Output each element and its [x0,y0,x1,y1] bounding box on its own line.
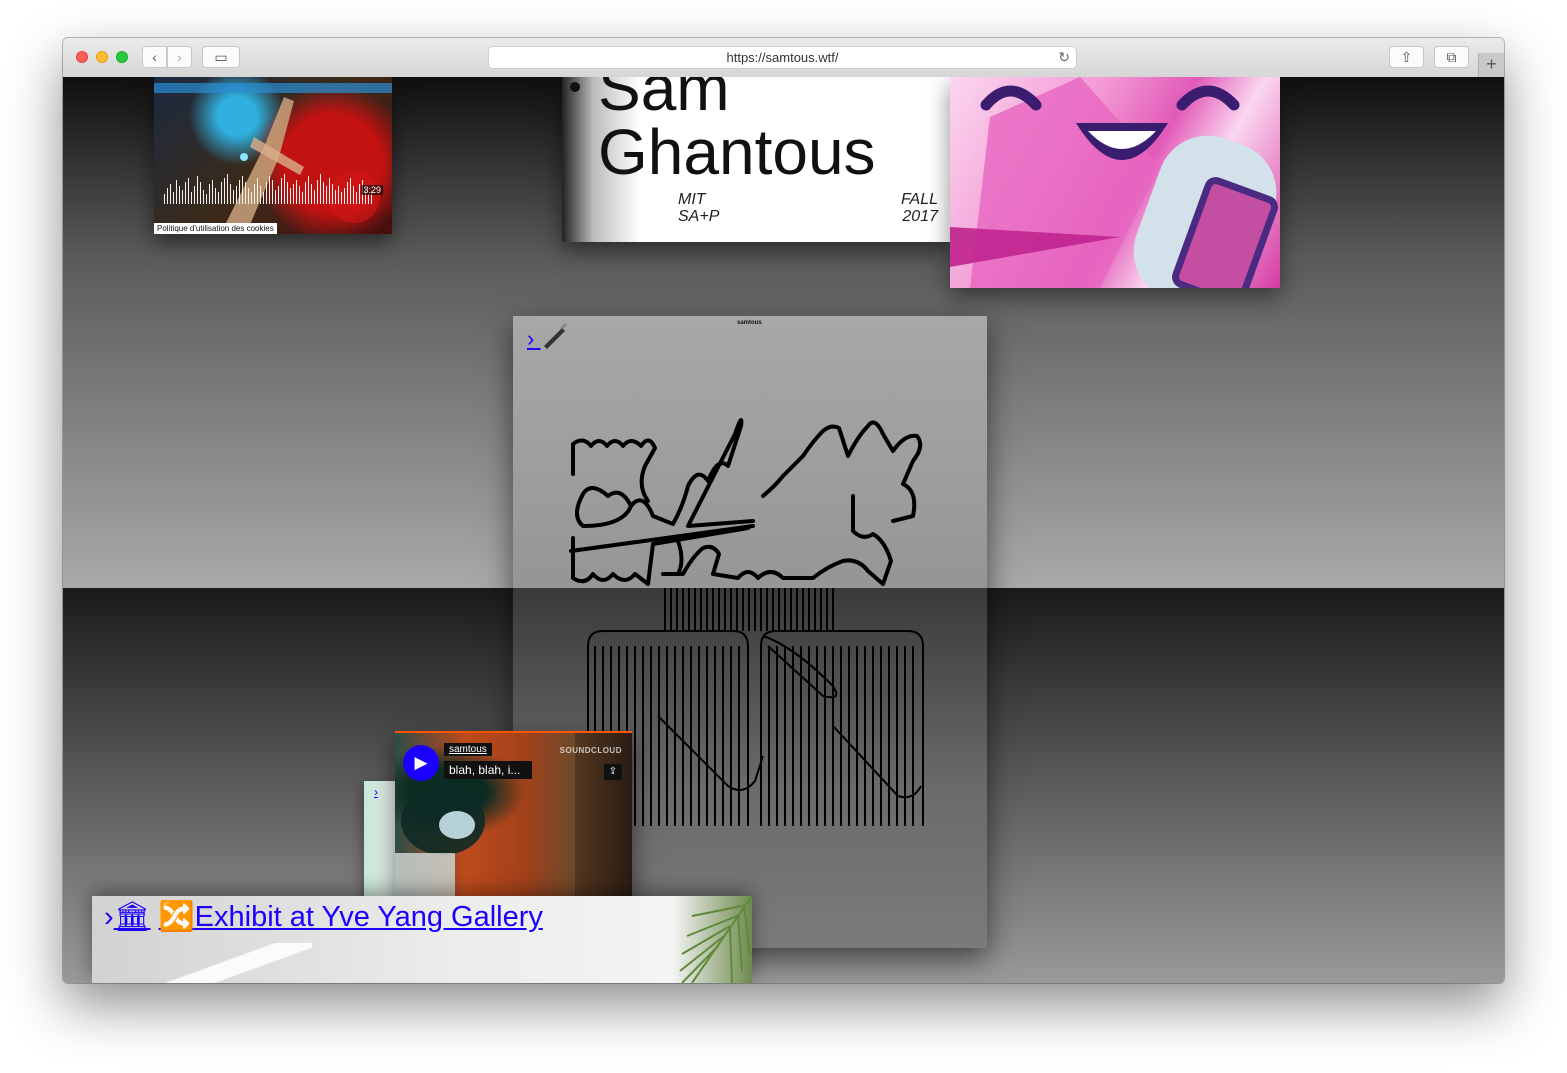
palm-leaf-graphic [679,896,752,983]
tabs-icon: ⧉ [1446,48,1457,65]
share-icon: ⇧ [1400,48,1413,65]
soundcloud-user-link[interactable]: samtous [444,743,492,756]
bullet-dot [570,82,580,92]
exhibit-card: ›🏛 🔀Exhibit at Yve Yang Gallery [92,896,752,983]
audio-waveform[interactable] [164,172,374,204]
museum-icon: 🏛 [113,901,151,933]
plus-icon: + [1486,54,1497,74]
new-tab-button[interactable]: + [1478,53,1504,77]
play-button[interactable]: ▶ [403,745,439,781]
mini-drawing-link[interactable]: › [374,785,378,799]
show-tabs-button[interactable]: ⧉ [1434,46,1469,68]
sidebar-toggle-button[interactable]: ▭ [202,46,240,68]
chevron-left-icon: ‹ [152,49,157,65]
school-label: MIT SA+P [678,191,720,225]
url-text: https://samtous.wtf/ [726,50,839,65]
name-poster: Sam Ghantous MIT SA+P FALL 2017 [562,77,950,242]
mini-drawing-card[interactable]: › [364,781,398,899]
reload-icon[interactable]: ↻ [1058,47,1070,68]
soundcloud-logo[interactable]: SOUNDCLOUD [560,746,622,755]
back-button[interactable]: ‹ [142,46,167,68]
share-button[interactable]: ⇧ [1389,46,1424,68]
smiley-face-graphic [950,77,1278,288]
soundcloud-track-title[interactable]: blah, blah, i... [444,761,532,779]
last-name: Ghantous [598,116,876,188]
minimize-window-button[interactable] [96,51,108,63]
track-duration: 3:29 [361,185,383,195]
chevron-right-icon: › [177,49,182,65]
address-bar[interactable]: https://samtous.wtf/ ↻ [488,46,1077,69]
shuffle-icon: 🔀 [158,901,195,933]
forward-button[interactable]: › [167,46,192,68]
sidebar-icon: ▭ [214,48,228,65]
exhibit-background-stripe [92,943,312,983]
soundcloud-embed: ▶ samtous blah, blah, i... SOUNDCLOUD ⇪ [395,731,632,901]
smiley-illustration [950,77,1280,288]
video-embed[interactable]: 3:29 Politique d'utilisation des cookies [154,77,392,234]
video-artwork [154,83,392,227]
exhibit-link[interactable]: ›🏛 🔀Exhibit at Yve Yang Gallery [104,900,543,934]
browser-toolbar: ‹ › ▭ https://samtous.wtf/ ↻ ⇧ ⧉ + [63,38,1504,78]
cookie-policy-link[interactable]: Politique d'utilisation des cookies [154,223,277,234]
browser-window: ‹ › ▭ https://samtous.wtf/ ↻ ⇧ ⧉ + 3:29 … [63,38,1504,983]
share-icon[interactable]: ⇪ [604,764,622,780]
close-window-button[interactable] [76,51,88,63]
term-label: FALL 2017 [900,191,938,225]
first-name: Sam [598,77,730,124]
exhibit-link-label: Exhibit at Yve Yang Gallery [194,901,543,933]
play-icon: ▶ [414,753,428,772]
zoom-window-button[interactable] [116,51,128,63]
page-content: 3:29 Politique d'utilisation des cookies… [63,77,1504,983]
